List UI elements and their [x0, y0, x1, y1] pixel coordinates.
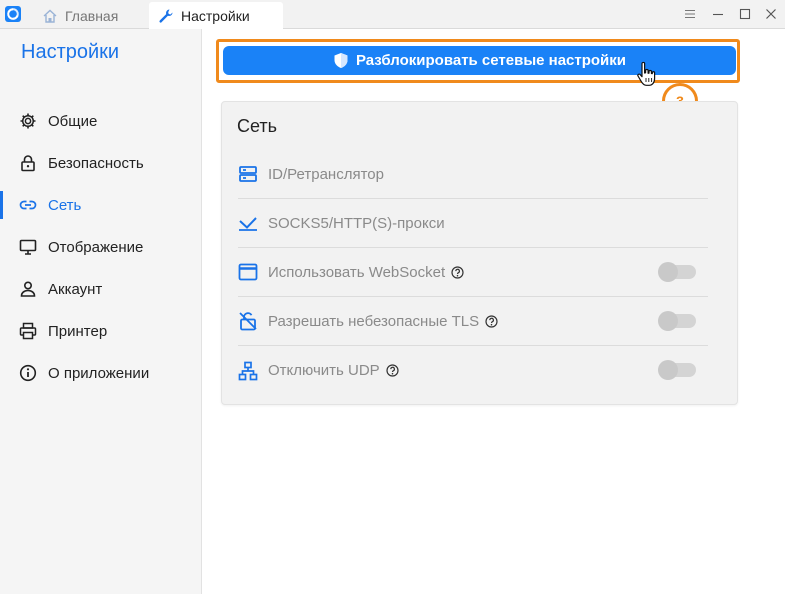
row-label: Отключить UDP	[268, 362, 380, 379]
websocket-toggle[interactable]	[658, 262, 696, 282]
row-id-relay[interactable]: ID/Ретранслятор	[238, 150, 708, 199]
minimize-icon[interactable]	[710, 6, 726, 22]
network-settings-card: Сеть ID/Ретранслятор SOCKS5/HTTP(S)-прок…	[221, 101, 738, 405]
sidebar-item-network[interactable]: Сеть	[0, 188, 201, 222]
insecure-tls-toggle[interactable]	[658, 311, 696, 331]
sidebar-item-label: Отображение	[48, 238, 144, 256]
tab-home-label: Главная	[65, 7, 119, 24]
hand-cursor-icon	[637, 61, 656, 86]
row-label: Использовать WebSocket	[268, 263, 446, 281]
app-logo-icon	[5, 6, 21, 22]
tab-settings-label: Настройки	[181, 7, 250, 24]
disable-udp-toggle[interactable]	[658, 360, 696, 380]
row-insecure-tls: Разрешать небезопасные TLS	[238, 297, 708, 346]
sidebar-item-label: Принтер	[48, 322, 108, 340]
wrench-icon	[159, 9, 173, 23]
row-label: ID/Ретранслятор	[268, 165, 384, 183]
row-disable-udp: Отключить UDP	[238, 346, 708, 395]
sidebar: Настройки Общие Безопасность Сеть Отобра…	[0, 29, 202, 594]
sidebar-item-about[interactable]: О приложении	[0, 356, 201, 390]
row-proxy[interactable]: SOCKS5/HTTP(S)-прокси	[238, 199, 708, 248]
window-icon	[238, 263, 258, 281]
unlock-icon	[239, 312, 257, 331]
tab-settings[interactable]: Настройки	[149, 2, 283, 29]
info-icon	[19, 364, 37, 382]
home-icon	[43, 9, 57, 23]
help-icon[interactable]	[485, 314, 498, 328]
sidebar-item-printer[interactable]: Принтер	[0, 314, 201, 348]
lock-icon	[21, 155, 35, 172]
sidebar-item-label: Общие	[48, 112, 98, 130]
sidebar-item-security[interactable]: Безопасность	[0, 146, 201, 180]
link-icon	[19, 200, 37, 210]
maximize-icon[interactable]	[737, 6, 753, 22]
card-title: Сеть	[237, 116, 278, 136]
toggle-knob	[658, 262, 678, 282]
help-icon[interactable]	[451, 265, 464, 279]
sidebar-title: Настройки	[21, 41, 120, 63]
sidebar-item-account[interactable]: Аккаунт	[0, 272, 201, 306]
sidebar-item-general[interactable]: Общие	[0, 104, 201, 138]
proxy-icon	[239, 217, 257, 231]
row-label: SOCKS5/HTTP(S)-прокси	[268, 214, 445, 232]
user-icon	[20, 281, 36, 297]
printer-icon	[19, 322, 37, 340]
title-bar: Главная Настройки	[0, 0, 785, 29]
row-label: Разрешать небезопасные TLS	[268, 312, 480, 330]
shield-icon	[334, 53, 348, 68]
tab-home[interactable]: Главная	[42, 2, 118, 29]
server-icon	[239, 166, 257, 182]
sidebar-item-display[interactable]: Отображение	[0, 230, 201, 264]
sidebar-item-label: Безопасность	[48, 154, 144, 172]
monitor-icon	[19, 239, 37, 255]
menu-icon[interactable]	[682, 6, 698, 22]
network-icon	[238, 361, 258, 380]
gear-icon	[20, 113, 36, 129]
help-icon[interactable]	[386, 364, 399, 377]
toggle-knob	[658, 360, 678, 380]
toggle-knob	[658, 311, 678, 331]
row-websocket: Использовать WebSocket	[238, 248, 708, 297]
sidebar-item-label: Сеть	[48, 196, 82, 214]
unlock-button-label: Разблокировать сетевые настройки	[355, 52, 627, 69]
close-icon[interactable]	[763, 6, 779, 22]
sidebar-item-label: Аккаунт	[48, 280, 103, 298]
sidebar-item-label: О приложении	[48, 364, 150, 382]
